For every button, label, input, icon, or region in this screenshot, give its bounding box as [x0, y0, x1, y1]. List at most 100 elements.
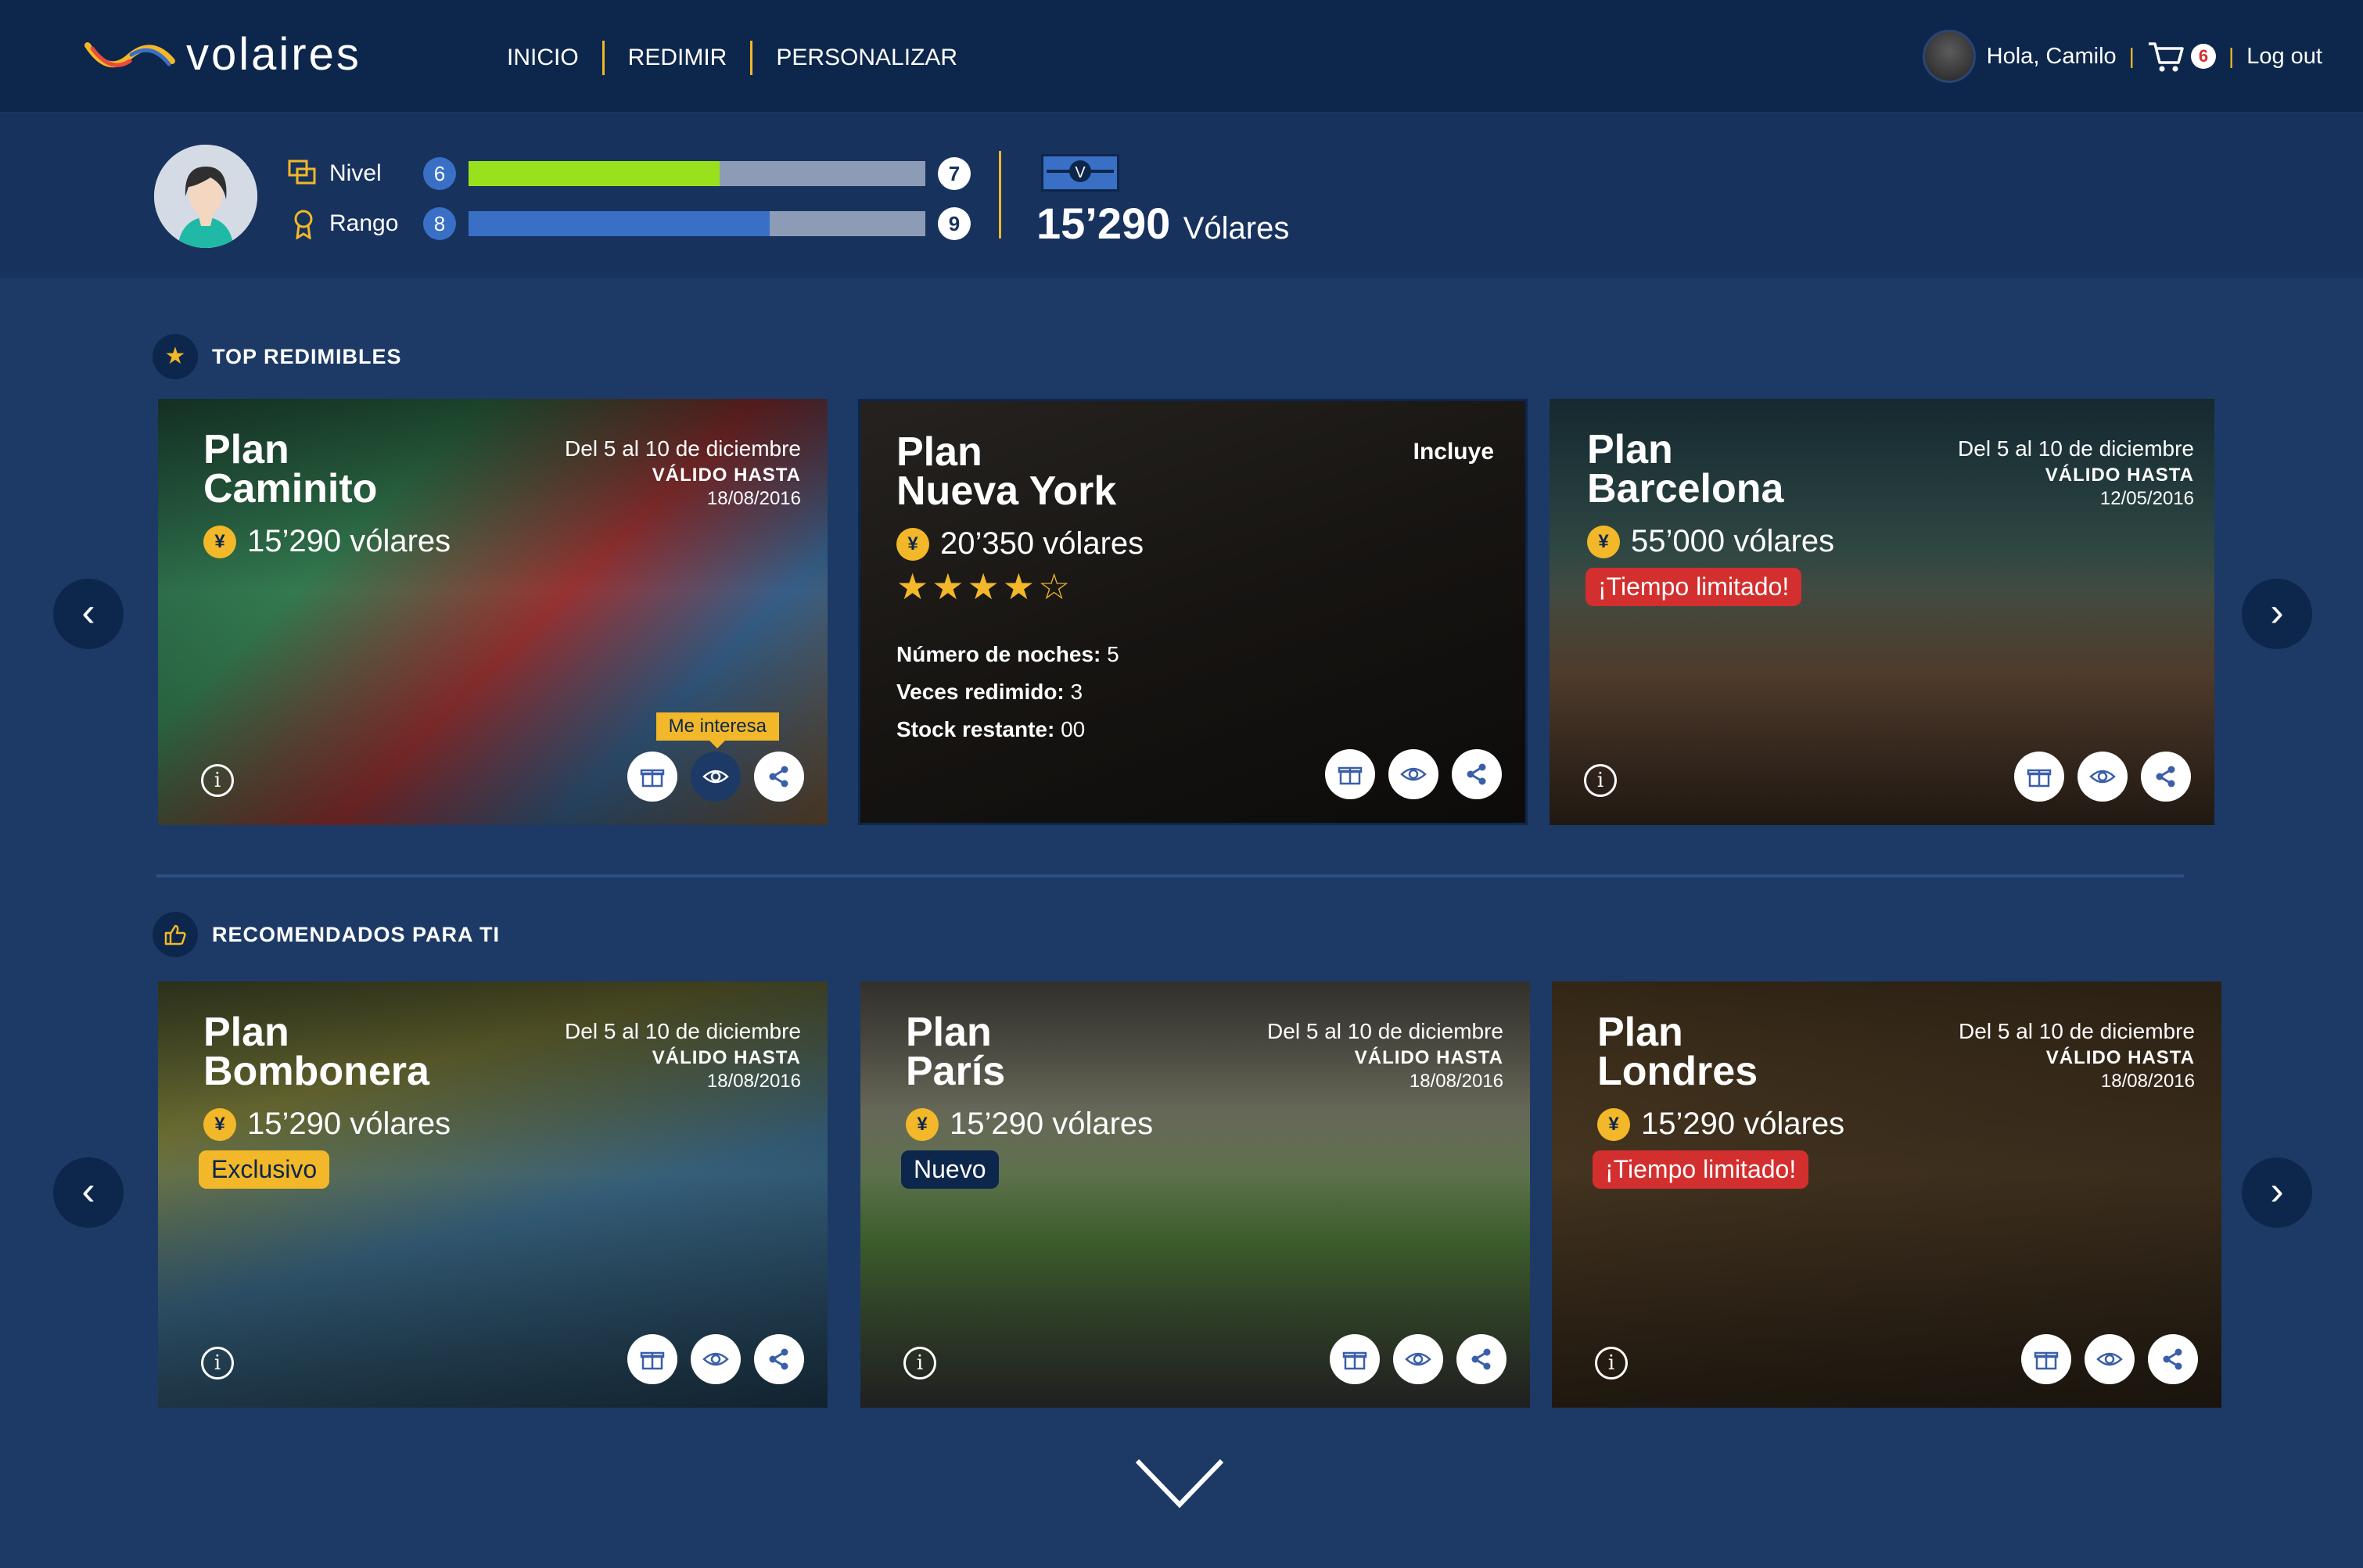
card-price-text: 20’350 vólares: [940, 526, 1144, 561]
nivel-progress-bar: [469, 161, 925, 186]
share-icon: [2156, 766, 2175, 788]
chevron-left-icon: ‹: [81, 590, 95, 635]
card-actions: [2008, 1334, 2198, 1384]
info-icon[interactable]: i: [903, 1347, 936, 1380]
spec-label: Stock restante:: [896, 717, 1055, 741]
cart-icon[interactable]: [2147, 39, 2185, 74]
spec-value: 5: [1107, 642, 1119, 666]
card-valid-label: VÁLIDO HASTA: [1354, 1047, 1503, 1068]
view-button[interactable]: [2085, 1334, 2135, 1384]
view-button[interactable]: [691, 752, 741, 802]
carousel-prev-button[interactable]: ‹: [53, 1157, 124, 1228]
nav-personalizar[interactable]: PERSONALIZAR: [752, 41, 981, 75]
card-valid-label: VÁLIDO HASTA: [652, 465, 801, 486]
eye-icon: [1400, 767, 1427, 781]
view-button[interactable]: [691, 1334, 741, 1384]
card-title-line2: Caminito: [203, 466, 378, 511]
rango-row: Rango 8 9: [287, 207, 971, 240]
share-icon: [769, 766, 788, 788]
rango-label: Rango: [329, 210, 399, 236]
share-icon: [769, 1348, 788, 1370]
info-icon[interactable]: i: [1584, 764, 1617, 797]
card-title: Plan Barcelona: [1587, 429, 1916, 511]
card-price: ¥ 55’000 vólares: [1587, 524, 1834, 559]
chevron-right-icon: ›: [2270, 590, 2284, 635]
carousel-next-button[interactable]: ›: [2242, 1157, 2312, 1228]
share-button[interactable]: [1456, 1334, 1507, 1384]
card-valid-label: VÁLIDO HASTA: [652, 1047, 801, 1068]
scroll-down-chevron-icon[interactable]: [1134, 1456, 1225, 1511]
share-button[interactable]: [2141, 752, 2191, 802]
spec-label: Número de noches:: [896, 642, 1101, 666]
thumbs-up-icon: [153, 912, 198, 957]
user-greeting[interactable]: Hola, Camilo: [1987, 44, 2117, 70]
points-value: 15’290: [1036, 199, 1171, 248]
card-title-line1: Plan: [896, 429, 982, 475]
card-plan-caminito[interactable]: Plan Caminito ¥ 15’290 vólares Del 5 al …: [158, 399, 828, 825]
card-plan-barcelona[interactable]: Plan Barcelona ¥ 55’000 vólares Del 5 al…: [1550, 399, 2214, 825]
gift-icon: [2027, 769, 2052, 788]
view-button[interactable]: [2078, 752, 2128, 802]
gift-button[interactable]: [1330, 1334, 1380, 1384]
card-price: ¥ 20’350 vólares: [896, 526, 1144, 562]
share-button[interactable]: [754, 752, 804, 802]
card-valid-label: VÁLIDO HASTA: [2045, 1047, 2195, 1068]
rango-next: 9: [938, 207, 971, 240]
cards-icon: [287, 157, 320, 190]
gift-button[interactable]: [2014, 752, 2064, 802]
card-dates: Del 5 al 10 de diciembre VÁLIDO HASTA 18…: [1267, 1019, 1503, 1093]
rating-stars: ★★★★☆: [896, 565, 1073, 608]
share-icon: [1471, 1348, 1491, 1370]
gift-button[interactable]: [2021, 1334, 2071, 1384]
chevron-left-icon: ‹: [81, 1168, 95, 1214]
section-title: TOP REDIMIBLES: [212, 344, 402, 368]
info-icon[interactable]: i: [201, 1347, 234, 1380]
gift-button[interactable]: [1325, 749, 1375, 799]
card-dates: Del 5 al 10 de diciembre VÁLIDO HASTA 12…: [1958, 436, 2194, 510]
gift-button[interactable]: [627, 1334, 677, 1384]
card-date-range: Del 5 al 10 de diciembre: [1267, 1019, 1503, 1043]
star-filled-icon: ★: [932, 566, 968, 607]
info-icon[interactable]: i: [201, 764, 234, 797]
logo[interactable]: volaires: [84, 28, 361, 81]
card-title-line1: Plan: [906, 1010, 992, 1055]
carousel-prev-button[interactable]: ‹: [53, 579, 124, 649]
card-title-line2: París: [906, 1049, 1006, 1094]
user-box: Hola, Camilo | 6 | Log out: [1922, 30, 2322, 83]
card-title-line2: Barcelona: [1587, 466, 1784, 511]
top-bar: volaires INICIO REDIMIR PERSONALIZAR Hol…: [0, 0, 2363, 113]
card-valid-date: 18/08/2016: [706, 488, 801, 509]
logout-link[interactable]: Log out: [2246, 44, 2322, 70]
carousel-next-button[interactable]: ›: [2242, 579, 2312, 649]
card-actions: [614, 1334, 804, 1384]
spec-value: 00: [1061, 717, 1086, 741]
share-button[interactable]: [754, 1334, 804, 1384]
user-avatar[interactable]: [1922, 30, 1976, 83]
card-actions: [1312, 749, 1502, 799]
nav-inicio[interactable]: INICIO: [491, 41, 605, 75]
gift-button[interactable]: [627, 752, 677, 802]
eye-icon: [2089, 770, 2116, 784]
card-plan-bombonera[interactable]: Plan Bombonera ¥ 15’290 vólares Del 5 al…: [158, 981, 828, 1408]
spec-row: Stock restante: 00: [896, 711, 1119, 748]
profile-divider: [999, 151, 1001, 239]
share-button[interactable]: [1452, 749, 1502, 799]
spec-row: Número de noches: 5: [896, 636, 1119, 673]
info-icon[interactable]: i: [1595, 1347, 1628, 1380]
nav-redimir[interactable]: REDIMIR: [605, 41, 753, 75]
view-button[interactable]: [1393, 1334, 1443, 1384]
card-plan-londres[interactable]: Plan Londres ¥ 15’290 vólares Del 5 al 1…: [1552, 981, 2221, 1408]
star-filled-icon: ★: [1002, 566, 1038, 607]
tooltip-me-interesa: Me interesa: [655, 712, 779, 748]
card-plan-paris[interactable]: Plan París ¥ 15’290 vólares Del 5 al 10 …: [860, 981, 1530, 1408]
view-button[interactable]: [1388, 749, 1438, 799]
card-date-range: Del 5 al 10 de diciembre: [565, 436, 801, 461]
points-unit: Vólares: [1183, 211, 1290, 246]
share-button[interactable]: [2148, 1334, 2198, 1384]
chevron-right-icon: ›: [2270, 1168, 2284, 1214]
card-plan-nueva-york[interactable]: Plan Nueva York Incluye ¥ 20’350 vólares…: [858, 399, 1528, 825]
card-price-text: 55’000 vólares: [1631, 524, 1835, 558]
gift-icon: [2034, 1351, 2059, 1370]
profile-avatar[interactable]: [154, 145, 257, 248]
cart-count-badge: 6: [2190, 44, 2216, 69]
